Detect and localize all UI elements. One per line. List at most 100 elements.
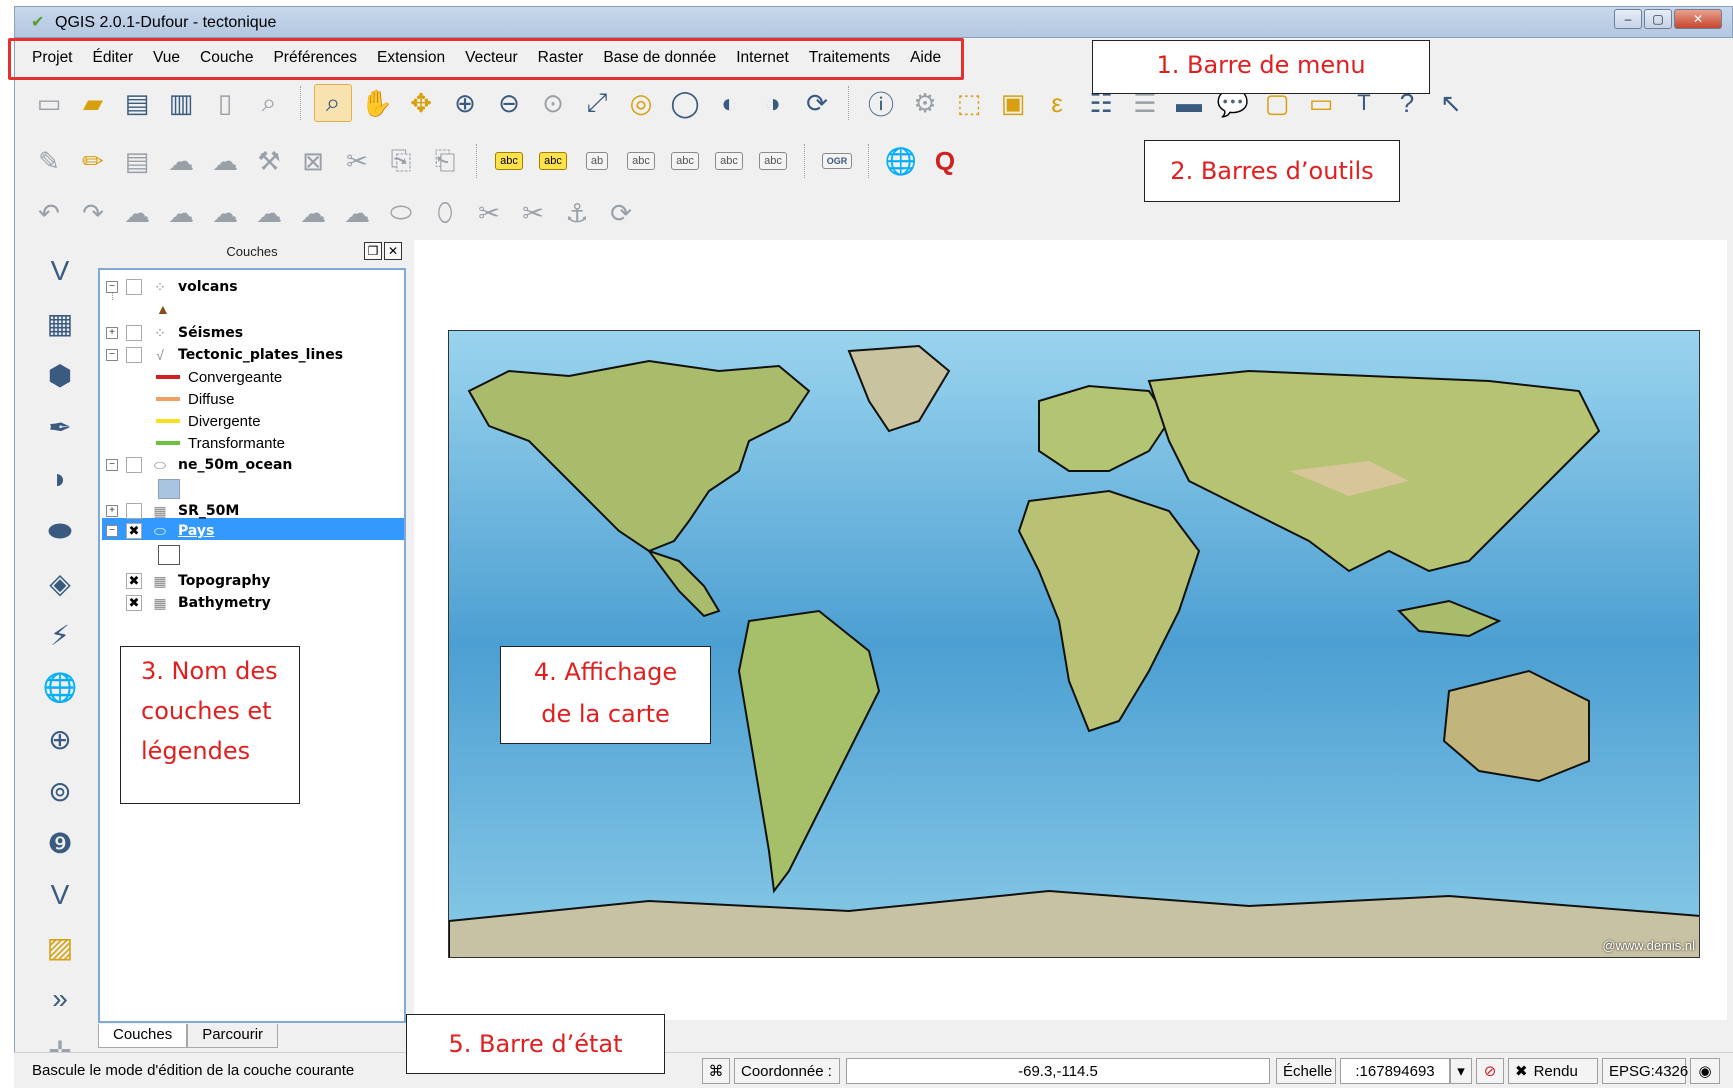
render-checkbox[interactable]: ✖ — [1515, 1062, 1528, 1080]
simplify-feature-icon[interactable]: ⬭ — [382, 194, 420, 232]
zoom-layer-icon[interactable]: ◯ — [666, 84, 704, 122]
undo-icon[interactable]: ↶ — [30, 194, 68, 232]
move-label-icon[interactable]: abc — [666, 142, 704, 180]
add-ring-icon[interactable]: ☁ — [118, 194, 156, 232]
toggle-editing-icon[interactable]: ✏ — [74, 142, 112, 180]
new-print-composer-icon[interactable]: ▯ — [206, 84, 244, 122]
world-map[interactable]: @www.demis.nl — [448, 330, 1700, 958]
crs-button[interactable]: EPSG:4326 — [1602, 1058, 1688, 1084]
highlight-pinned-labels-icon[interactable]: ab — [578, 142, 616, 180]
save-edits-icon[interactable]: ▤ — [118, 142, 156, 180]
layer-pays[interactable]: − ✖ ⬭ Pays — [106, 520, 214, 542]
reshape-features-icon[interactable]: ☁ — [294, 194, 332, 232]
add-vector-layer-icon[interactable]: V — [39, 250, 81, 292]
delete-part-icon[interactable]: ☁ — [250, 194, 288, 232]
layer-seismes[interactable]: + ⁘ Séismes — [106, 322, 243, 344]
zoom-selection-icon[interactable]: ◎ — [622, 84, 660, 122]
minimize-button[interactable]: – — [1614, 9, 1642, 29]
current-edits-icon[interactable]: ✎ — [30, 142, 68, 180]
add-raster-layer-icon[interactable]: ▦ — [39, 302, 81, 344]
add-wcs-layer-icon[interactable]: ⚡ — [39, 614, 81, 656]
new-gpx-layer-icon[interactable]: ❾ — [39, 822, 81, 864]
open-project-icon[interactable]: ▰ — [74, 84, 112, 122]
expand-icon[interactable]: + — [106, 327, 118, 339]
add-composer-icon[interactable]: ▨ — [39, 926, 81, 968]
new-project-icon[interactable]: ▭ — [30, 84, 68, 122]
rotate-point-symbols-icon[interactable]: ⟳ — [602, 194, 640, 232]
delete-selected-icon[interactable]: ⊠ — [294, 142, 332, 180]
layer-checkbox[interactable] — [126, 325, 142, 341]
collapse-icon[interactable]: − — [106, 459, 118, 471]
add-feature-icon[interactable]: ☁ — [162, 142, 200, 180]
split-features-icon[interactable]: ✂ — [470, 194, 508, 232]
add-spatialite-layer-icon[interactable]: ✒ — [39, 406, 81, 448]
zoom-in-icon[interactable]: ⊕ — [446, 84, 484, 122]
rotate-label-icon[interactable]: abc — [710, 142, 748, 180]
close-button[interactable]: ✕ — [1674, 9, 1722, 29]
label-tool-icon[interactable]: abc — [490, 142, 528, 180]
copy-features-icon[interactable]: ⎘ — [382, 142, 420, 180]
pin-labels-icon[interactable]: abc — [534, 142, 572, 180]
redo-icon[interactable]: ↷ — [74, 194, 112, 232]
layer-checkbox[interactable] — [126, 457, 142, 473]
zoom-next-icon[interactable]: ◑ — [754, 84, 792, 122]
add-virtual-layer-icon[interactable]: ⊚ — [39, 770, 81, 812]
close-panel-button[interactable]: ✕ — [384, 242, 402, 260]
change-label-icon[interactable]: abc — [754, 142, 792, 180]
run-action-icon[interactable]: ⚙ — [906, 84, 944, 122]
pan-map-to-selection-icon[interactable]: ⌕ — [314, 84, 352, 122]
coordinate-field[interactable]: -69.3,-114.5 — [846, 1058, 1270, 1084]
layer-checkbox[interactable]: ✖ — [126, 595, 142, 611]
merge-features-icon[interactable]: ⚓ — [558, 194, 596, 232]
add-postgis-layer-icon[interactable]: ⬢ — [39, 354, 81, 396]
save-as-icon[interactable]: ▥ — [162, 84, 200, 122]
pan-icon[interactable]: ✋ — [358, 84, 396, 122]
whats-this-icon[interactable]: ↖ — [1432, 84, 1470, 122]
globe-icon[interactable]: 🌐 — [882, 142, 920, 180]
collapse-icon[interactable]: − — [106, 281, 118, 293]
float-panel-button[interactable]: ❐ — [364, 242, 382, 260]
add-delimited-text-layer-icon[interactable]: ⊕ — [39, 718, 81, 760]
ogr-converter-icon[interactable]: OGR — [818, 142, 856, 180]
add-wfs-layer-icon[interactable]: 🌐 — [39, 666, 81, 708]
layer-bathymetry[interactable]: ✖ ▦ Bathymetry — [126, 592, 271, 614]
expand-icon[interactable]: + — [106, 505, 118, 517]
add-mssql-layer-icon[interactable]: ◗ — [39, 458, 81, 500]
fill-ring-icon[interactable]: ⬯ — [426, 194, 464, 232]
collapse-icon[interactable]: − — [106, 349, 118, 361]
layer-volcans[interactable]: − ⁘ volcans — [106, 276, 238, 298]
add-wms-layer-icon[interactable]: ◈ — [39, 562, 81, 604]
qgis-q-icon[interactable]: Q — [926, 142, 964, 180]
pan-selection-icon[interactable]: ✥ — [402, 84, 440, 122]
zoom-full-icon[interactable]: ⤢ — [578, 84, 616, 122]
layer-tectonic-plates-lines[interactable]: − √ Tectonic_plates_lines — [106, 344, 343, 366]
show-hide-labels-icon[interactable]: abc — [622, 142, 660, 180]
add-part-icon[interactable]: ☁ — [162, 194, 200, 232]
layer-checkbox[interactable]: ✖ — [126, 573, 142, 589]
split-parts-icon[interactable]: ✂ — [514, 194, 552, 232]
zoom-last-icon[interactable]: ◐ — [710, 84, 748, 122]
delete-ring-icon[interactable]: ☁ — [206, 194, 244, 232]
paste-features-icon[interactable]: ⎗ — [426, 142, 464, 180]
layer-checkbox[interactable] — [126, 503, 142, 519]
layer-checkbox[interactable] — [126, 347, 142, 363]
zoom-out-icon[interactable]: ⊖ — [490, 84, 528, 122]
messages-icon[interactable]: ◉ — [1690, 1058, 1720, 1084]
refresh-icon[interactable]: ⟳ — [798, 84, 836, 122]
add-oracle-layer-icon[interactable]: ⬬ — [39, 510, 81, 552]
maximize-button[interactable]: ▢ — [1644, 9, 1672, 29]
tab-couches[interactable]: Couches — [98, 1024, 188, 1048]
scale-combobox[interactable]: :167894693 — [1340, 1058, 1450, 1084]
collapse-icon[interactable]: − — [106, 525, 118, 537]
layer-checkbox[interactable]: ✖ — [126, 523, 142, 539]
node-tool-icon[interactable]: ⚒ — [250, 142, 288, 180]
render-toggle[interactable]: ✖ Rendu — [1508, 1058, 1598, 1084]
cut-features-icon[interactable]: ✂ — [338, 142, 376, 180]
new-shapefile-layer-icon[interactable]: V — [39, 874, 81, 916]
layer-ne-50m-ocean[interactable]: − ⬭ ne_50m_ocean — [106, 454, 292, 476]
offset-curve-icon[interactable]: ☁ — [338, 194, 376, 232]
composer-manager-icon[interactable]: ⌕ — [250, 84, 288, 122]
identify-icon[interactable]: ⓘ — [862, 84, 900, 122]
layer-sr-50m[interactable]: + ▦ SR_50M — [106, 500, 239, 522]
layer-checkbox[interactable] — [126, 279, 142, 295]
